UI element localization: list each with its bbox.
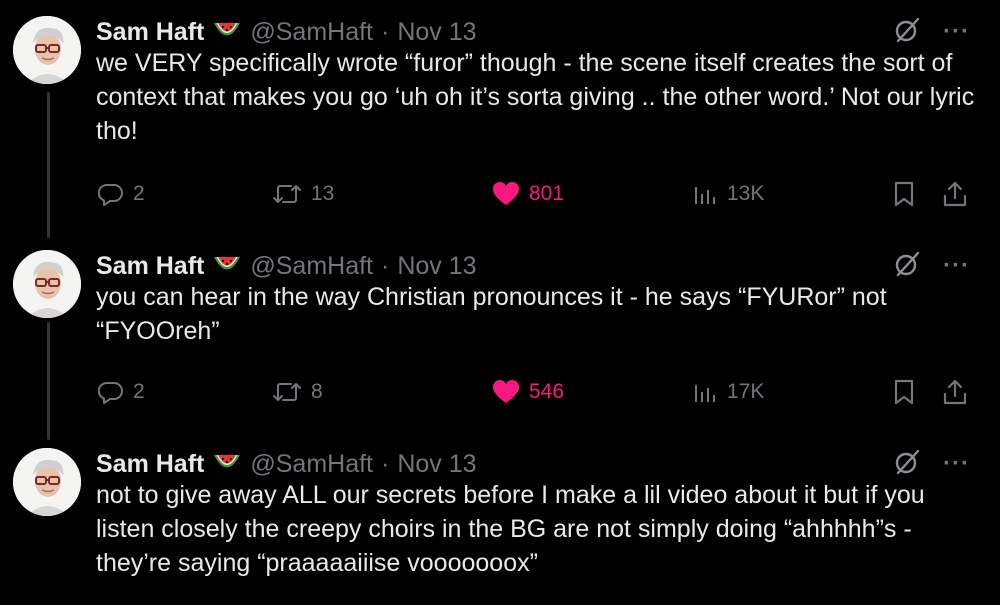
tweet-header-actions: ···	[893, 248, 970, 284]
reply-count: 2	[133, 380, 145, 403]
tweet-text: not to give away ALL our secrets before …	[96, 481, 925, 577]
more-options-icon[interactable]: ···	[943, 252, 970, 280]
more-options-icon[interactable]: ···	[943, 450, 970, 478]
tweet-date[interactable]: Nov 13	[397, 252, 476, 281]
repost-count: 13	[311, 182, 335, 205]
tweet-header: Sam Haft @SamHaft · Nov 13	[96, 14, 477, 50]
watermelon-icon	[213, 18, 241, 47]
watermelon-icon	[213, 252, 241, 281]
tweet-header-actions: ···	[893, 14, 970, 50]
share-icon	[943, 181, 967, 207]
share-button[interactable]	[942, 176, 968, 212]
tweet-header-actions: ···	[893, 446, 970, 482]
repost-icon	[273, 185, 301, 203]
tweet-text: you can hear in the way Christian pronou…	[96, 283, 887, 345]
tweet-date[interactable]: Nov 13	[397, 450, 476, 479]
thread-line	[47, 92, 50, 238]
separator-dot: ·	[381, 17, 390, 46]
grok-icon[interactable]	[893, 448, 921, 481]
bookmark-button[interactable]	[892, 374, 916, 410]
like-count: 546	[529, 380, 565, 403]
reply-button[interactable]: 2	[98, 176, 145, 212]
bookmark-button[interactable]	[892, 176, 916, 212]
reply-icon	[98, 183, 123, 206]
views-count: 17K	[727, 380, 765, 403]
author-name[interactable]: Sam Haft	[96, 18, 204, 47]
repost-icon	[273, 383, 301, 401]
bookmark-icon	[894, 181, 914, 207]
heart-icon	[493, 380, 519, 403]
tweet-header: Sam Haft @SamHaft · Nov 13	[96, 446, 477, 482]
views-button[interactable]: 17K	[692, 374, 764, 410]
author-handle[interactable]: @SamHaft	[250, 252, 373, 281]
repost-button[interactable]: 13	[272, 176, 334, 212]
views-button[interactable]: 13K	[692, 176, 764, 212]
watermelon-icon	[213, 450, 241, 479]
views-icon	[695, 187, 715, 204]
tweet-header: Sam Haft @SamHaft · Nov 13	[96, 248, 477, 284]
heart-icon	[493, 182, 519, 205]
like-button[interactable]: 801	[492, 176, 564, 212]
separator-dot: ·	[381, 449, 390, 478]
avatar[interactable]	[13, 250, 81, 318]
like-count: 801	[529, 182, 565, 205]
author-handle[interactable]: @SamHaft	[250, 450, 373, 479]
grok-icon[interactable]	[893, 16, 921, 49]
author-name[interactable]: Sam Haft	[96, 450, 204, 479]
repost-button[interactable]: 8	[272, 374, 323, 410]
more-options-icon[interactable]: ···	[943, 18, 970, 46]
bookmark-icon	[894, 379, 914, 405]
like-button[interactable]: 546	[492, 374, 564, 410]
avatar[interactable]	[13, 448, 81, 516]
reply-count: 2	[133, 182, 145, 205]
separator-dot: ·	[381, 251, 390, 280]
repost-count: 8	[311, 380, 323, 403]
views-count: 13K	[727, 182, 765, 205]
tweet-date[interactable]: Nov 13	[397, 18, 476, 47]
grok-icon[interactable]	[893, 250, 921, 283]
share-icon	[943, 379, 967, 405]
thread-line	[47, 322, 50, 440]
reply-button[interactable]: 2	[98, 374, 145, 410]
avatar[interactable]	[13, 16, 81, 84]
views-icon	[695, 385, 715, 402]
share-button[interactable]	[942, 374, 968, 410]
reply-icon	[98, 381, 123, 404]
tweet-actions: 2 8 546 17K	[96, 374, 976, 410]
author-handle[interactable]: @SamHaft	[250, 18, 373, 47]
tweet-actions: 2 13 801 13K	[96, 176, 976, 212]
author-name[interactable]: Sam Haft	[96, 252, 204, 281]
tweet-text: we VERY specifically wrote “furor” thoug…	[96, 49, 975, 145]
